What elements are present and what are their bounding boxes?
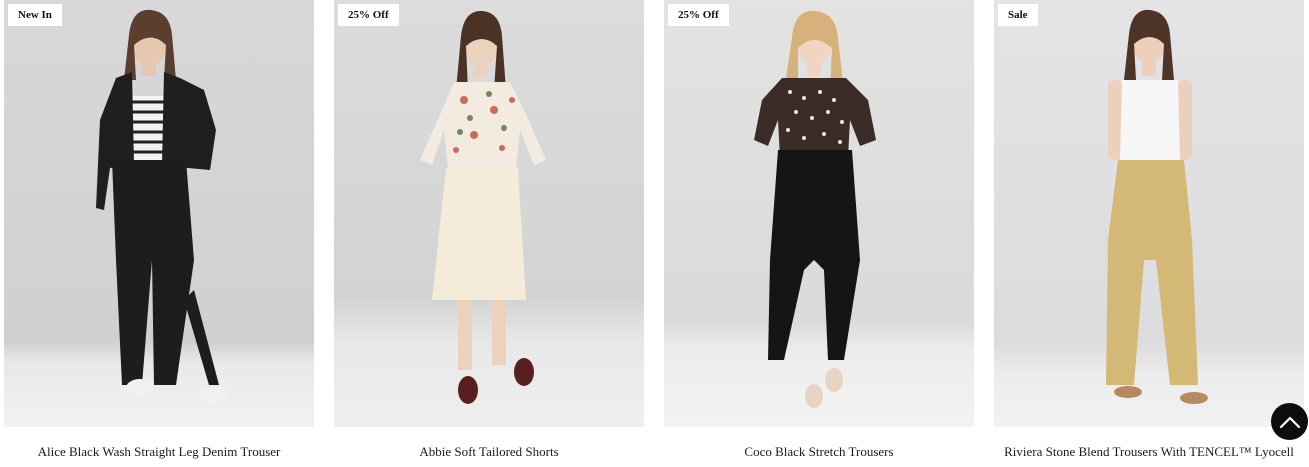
product-card[interactable]: 25% Off Abbie Soft Tailored Shorts xyxy=(334,0,644,460)
badge-discount: 25% Off xyxy=(338,4,399,26)
product-title[interactable]: Alice Black Wash Straight Leg Denim Trou… xyxy=(4,444,314,460)
badge-sale: Sale xyxy=(998,4,1038,26)
product-title[interactable]: Riviera Stone Blend Trousers With TENCEL… xyxy=(994,444,1304,460)
product-grid: New In Alice Black Wash Straight Leg Den… xyxy=(4,0,1304,460)
product-title[interactable]: Coco Black Stretch Trousers xyxy=(664,444,974,460)
product-image[interactable]: Sale xyxy=(994,0,1304,427)
product-card[interactable]: 25% Off Coco Black Stretch Trousers xyxy=(664,0,974,460)
model-illustration xyxy=(96,9,228,404)
chevron-up-icon xyxy=(1279,416,1300,428)
back-to-top-button[interactable] xyxy=(1271,403,1308,440)
badge-new-in: New In xyxy=(8,4,62,26)
model-illustration xyxy=(420,10,546,404)
model-illustration xyxy=(754,10,876,408)
product-card[interactable]: New In Alice Black Wash Straight Leg Den… xyxy=(4,0,314,460)
model-illustration xyxy=(1106,9,1208,404)
product-card[interactable]: Sale Riviera Stone Blend Trousers With T… xyxy=(994,0,1304,460)
product-image[interactable]: 25% Off xyxy=(334,0,644,427)
product-image[interactable]: New In xyxy=(4,0,314,427)
badge-discount: 25% Off xyxy=(668,4,729,26)
product-title[interactable]: Abbie Soft Tailored Shorts xyxy=(334,444,644,460)
product-image[interactable]: 25% Off xyxy=(664,0,974,427)
